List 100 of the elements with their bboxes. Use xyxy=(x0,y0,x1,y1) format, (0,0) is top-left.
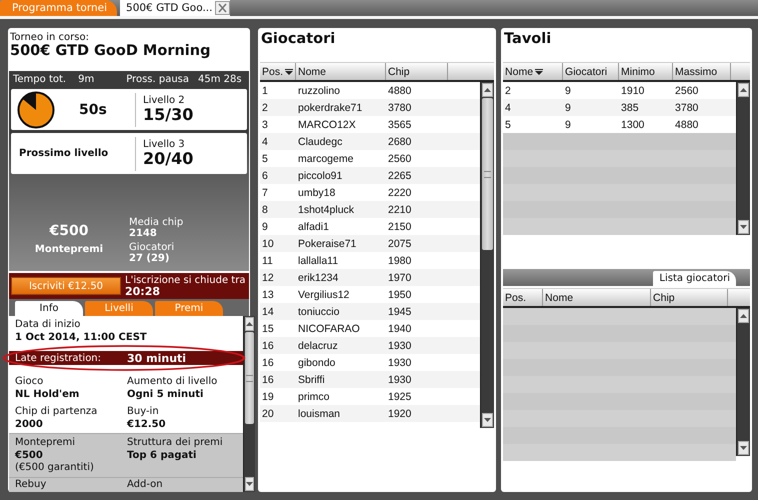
scroll-up-button[interactable] xyxy=(245,317,254,331)
table-cell-text: Pokeraise71 xyxy=(297,238,358,250)
tab[interactable]: Lista giocatori xyxy=(653,271,736,286)
scroll-up-button[interactable] xyxy=(738,309,749,323)
table-cell-text: delacruz xyxy=(297,340,339,352)
table-cell-text: 2 xyxy=(504,84,512,96)
registration-countdown: 20:28 xyxy=(125,286,162,297)
scrollbar[interactable] xyxy=(480,82,494,428)
table-row[interactable]: 2 pokerdrake71 3780 xyxy=(260,99,480,116)
table-cell-text: 3565 xyxy=(387,118,412,130)
column-header[interactable]: Nome xyxy=(296,63,386,80)
table-cell-text: 11 xyxy=(261,254,274,266)
table-cell-text: 8 xyxy=(261,204,269,216)
table-cell-text: 1 xyxy=(261,84,269,96)
table-cell-text: 1945 xyxy=(387,306,412,318)
scrollbar[interactable] xyxy=(736,82,750,235)
table-cell-text: Claudegc xyxy=(297,136,344,148)
blinds-value: 15/30 xyxy=(143,106,194,124)
registration-closes-label: L'iscrizione si chiude tra xyxy=(125,275,246,286)
table-row[interactable]: 14 toniuccio 1945 xyxy=(260,303,480,320)
table-row[interactable]: 16 delacruz 1930 xyxy=(260,337,480,354)
scroll-thumb[interactable] xyxy=(482,98,494,250)
table-cell-text: 1shot4pluck xyxy=(297,204,356,216)
table-row[interactable]: 16 Sbriffi 1930 xyxy=(260,371,480,388)
column-header[interactable]: Giocatori xyxy=(563,63,620,80)
stat-value: 2148 xyxy=(129,228,158,239)
table-cell-text: 16 xyxy=(261,374,275,386)
table-row[interactable]: 8 1shot4pluck 2210 xyxy=(260,201,480,218)
table-cell-text: 1930 xyxy=(387,356,412,368)
scroll-down-button[interactable] xyxy=(245,477,254,491)
scrollbar[interactable] xyxy=(243,316,255,492)
table-cell-text: 2560 xyxy=(387,152,412,164)
total-time-label: Tempo tot. xyxy=(13,74,66,87)
tab[interactable]: 500€ GTD Goo... xyxy=(120,0,230,16)
column-header[interactable]: Minimo xyxy=(619,63,674,80)
field-value: 2000 xyxy=(15,419,44,431)
tab[interactable]: Info xyxy=(15,301,83,316)
scroll-down-button[interactable] xyxy=(738,220,749,234)
table-cell-text: 9 xyxy=(564,102,572,114)
table-cell-text: 1920 xyxy=(387,408,412,420)
panel-title: Giocatori xyxy=(260,30,336,49)
column-header[interactable]: Massimo xyxy=(673,63,732,80)
table-cell-text: pokerdrake71 xyxy=(297,102,364,114)
table-row[interactable]: 4 9 385 3780 xyxy=(503,99,736,116)
table-cell-text: gibondo xyxy=(297,356,336,368)
panel-title: Tavoli xyxy=(503,30,552,49)
table-cell-text: lallalla11 xyxy=(297,254,340,266)
table-cell-text: 3780 xyxy=(387,102,412,114)
caret-up-icon xyxy=(740,88,747,92)
caret-down-icon xyxy=(246,482,253,486)
table-cell-text: 2680 xyxy=(387,136,412,148)
caret-up-icon xyxy=(740,314,747,318)
column-header[interactable]: Nome xyxy=(543,289,652,306)
table-cell-text: umby18 xyxy=(297,186,336,198)
close-icon[interactable] xyxy=(214,1,230,15)
table-row[interactable]: 20 louisman 1920 xyxy=(260,405,480,422)
table-cell-text: 1970 xyxy=(387,272,412,284)
table-cell-text: 16 xyxy=(261,340,275,352)
break-time-value: 45m 28s xyxy=(198,74,242,87)
scroll-up-button[interactable] xyxy=(482,83,494,97)
column-header[interactable]: Nome xyxy=(503,63,564,80)
table-cell-text: 12 xyxy=(261,272,275,284)
table-cell-text: 2 xyxy=(261,102,269,114)
scroll-thumb[interactable] xyxy=(245,332,254,424)
table-cell-text: 2075 xyxy=(387,238,412,250)
caret-up-icon xyxy=(484,88,492,92)
table-cell-text: 1940 xyxy=(387,322,412,334)
field-label: Aumento di livello xyxy=(127,376,218,388)
column-header[interactable]: Chip xyxy=(386,63,448,80)
field-label: Struttura dei premi xyxy=(127,437,224,449)
scrollbar[interactable] xyxy=(736,308,750,456)
table-cell-text: 4 xyxy=(504,102,512,114)
table-cell-text: 1950 xyxy=(387,288,412,300)
stat-label: Media chip xyxy=(129,217,184,228)
sort-down-icon xyxy=(285,68,294,74)
table-cell-text: 1300 xyxy=(620,118,646,130)
table-row[interactable]: 12 erik1234 1970 xyxy=(260,269,480,286)
table-row[interactable]: 10 Pokeraise71 2075 xyxy=(260,235,480,252)
table-cell-text: 1930 xyxy=(387,374,412,386)
field-label: Montepremi xyxy=(15,437,76,449)
scroll-up-button[interactable] xyxy=(738,83,749,97)
table-cell-text: 5 xyxy=(261,152,269,164)
table-row[interactable]: 6 piccolo91 2265 xyxy=(260,167,480,184)
table-cell-text: 5 xyxy=(504,118,512,130)
column-header[interactable]: Pos. xyxy=(260,63,296,80)
stat-label: Giocatori xyxy=(129,242,176,253)
table-cell-text: primco xyxy=(297,390,331,402)
total-time-value: 9m xyxy=(78,74,94,87)
caret-down-icon xyxy=(740,446,747,450)
table-cell-text: 2150 xyxy=(387,220,412,232)
table-cell-text: 2220 xyxy=(387,186,412,198)
blinds-value: 20/40 xyxy=(143,150,194,168)
prize-label: Montepremi xyxy=(34,244,104,255)
column-header[interactable]: Chip xyxy=(651,289,728,306)
scroll-down-button[interactable] xyxy=(482,413,494,427)
column-header[interactable]: Pos. xyxy=(503,289,544,306)
field-value: Ogni 5 minuti xyxy=(127,389,204,401)
table-row[interactable]: 4 Claudegc 2680 xyxy=(260,133,480,150)
scroll-down-button[interactable] xyxy=(738,441,749,455)
next-level-label: Prossimo livello xyxy=(18,148,108,159)
